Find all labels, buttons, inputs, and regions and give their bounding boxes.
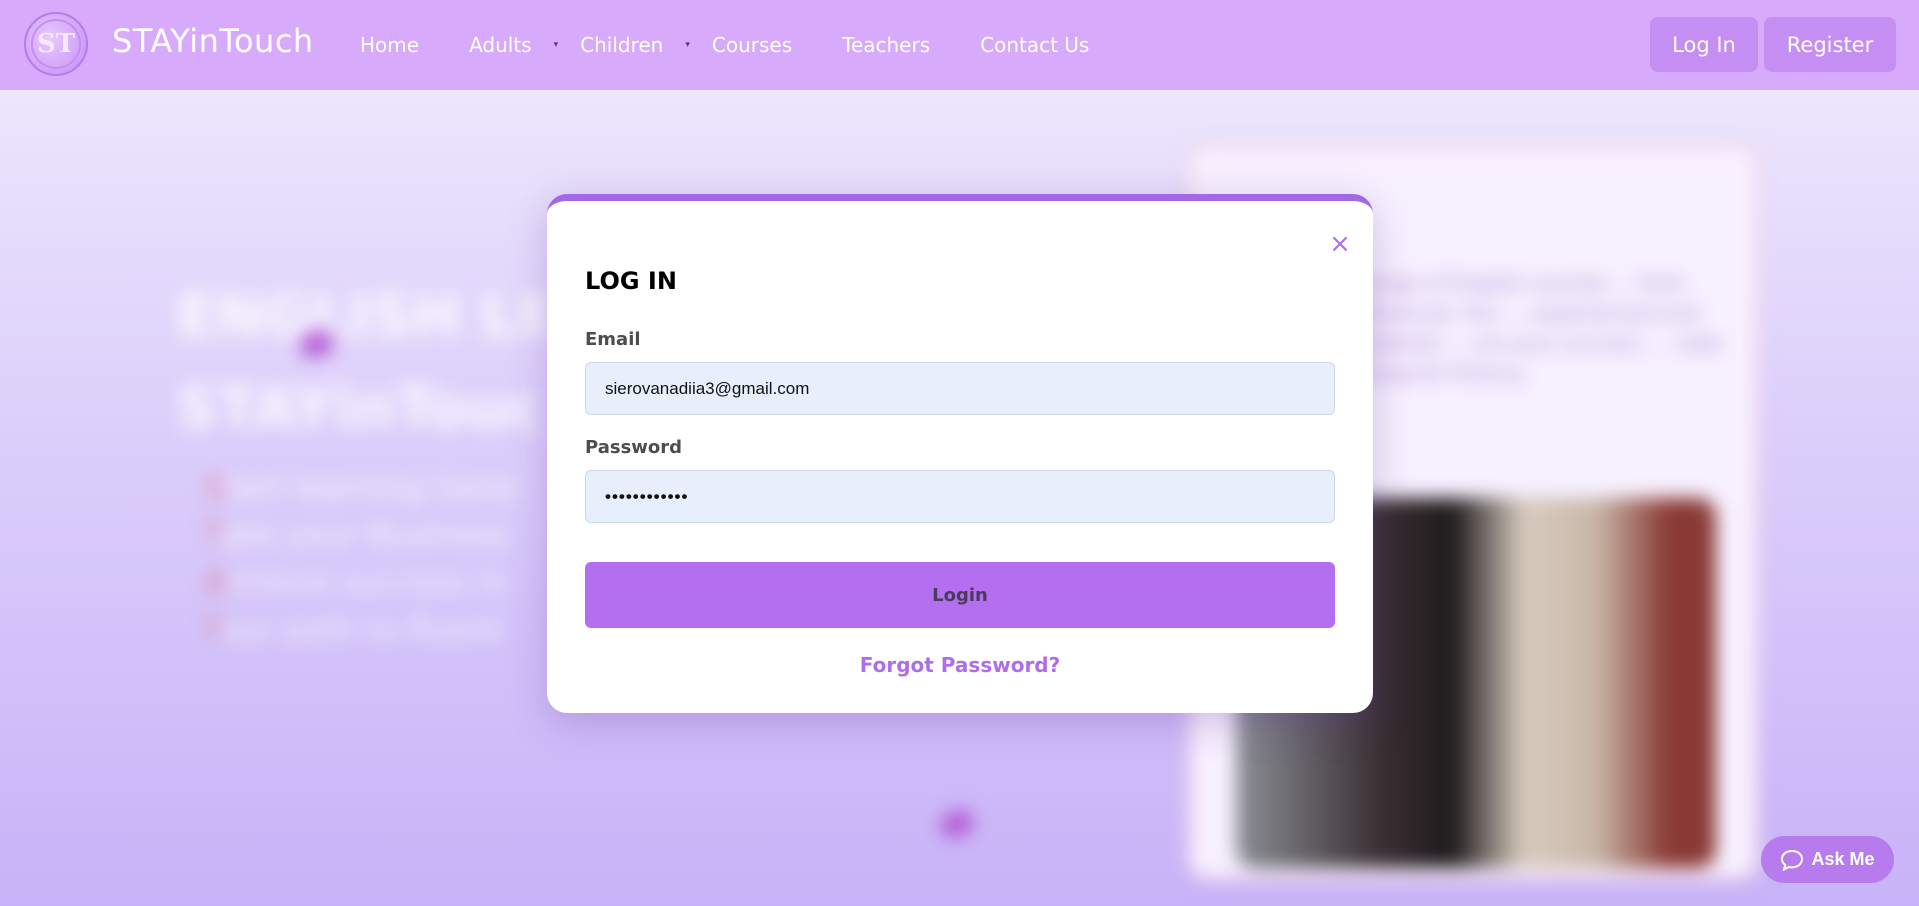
nav-contact-us[interactable]: Contact Us — [980, 33, 1089, 57]
email-field[interactable]: sierovanadiia3@gmail.com — [585, 362, 1335, 415]
password-label: Password — [585, 437, 683, 458]
butterfly-icon — [940, 810, 974, 838]
main-nav: Home Adults ▾ Children ▾ Courses Teacher… — [360, 0, 1139, 90]
logo-icon[interactable]: ST — [24, 12, 88, 76]
forgot-password-link[interactable]: Forgot Password? — [547, 653, 1373, 677]
top-navbar: ST STAYinTouch Home Adults ▾ Children ▾ … — [0, 0, 1919, 90]
nav-courses[interactable]: Courses — [712, 33, 792, 57]
nav-teachers[interactable]: Teachers — [842, 33, 930, 57]
header-login-button[interactable]: Log In — [1650, 17, 1758, 72]
nav-children[interactable]: Children — [580, 33, 663, 57]
close-icon[interactable]: × — [1327, 231, 1353, 257]
hero-title-line: STAYinTouc — [176, 374, 543, 442]
ask-me-label: Ask Me — [1811, 849, 1875, 869]
header-register-button[interactable]: Register — [1764, 17, 1896, 72]
nav-adults[interactable]: Adults — [469, 33, 532, 57]
login-button[interactable]: Login — [585, 562, 1335, 628]
login-modal: × LOG IN Email sierovanadiia3@gmail.com … — [547, 194, 1373, 713]
password-field[interactable]: •••••••••••• — [585, 470, 1335, 523]
email-label: Email — [585, 329, 641, 350]
hero-list: Start learning Gene Take your Business A… — [205, 465, 519, 653]
list-item: Achieve success in — [205, 563, 507, 601]
chat-bubble-icon — [1781, 849, 1804, 871]
list-item: Start learning Gene — [205, 469, 519, 507]
brand-name[interactable]: STAYinTouch — [112, 22, 314, 60]
list-item: Your path to fluent — [205, 610, 502, 648]
hero-title-line: ENGLISH LES — [176, 282, 600, 350]
list-item: Take your Business — [205, 516, 510, 554]
chevron-down-icon[interactable]: ▾ — [554, 40, 559, 50]
hero-title: ENGLISH LES STAYinTouc — [176, 270, 599, 454]
logo-monogram: ST — [31, 19, 81, 69]
modal-title: LOG IN — [585, 267, 677, 295]
ask-me-button[interactable]: Ask Me — [1761, 836, 1894, 883]
nav-home[interactable]: Home — [360, 33, 419, 57]
chevron-down-icon[interactable]: ▾ — [685, 40, 690, 50]
